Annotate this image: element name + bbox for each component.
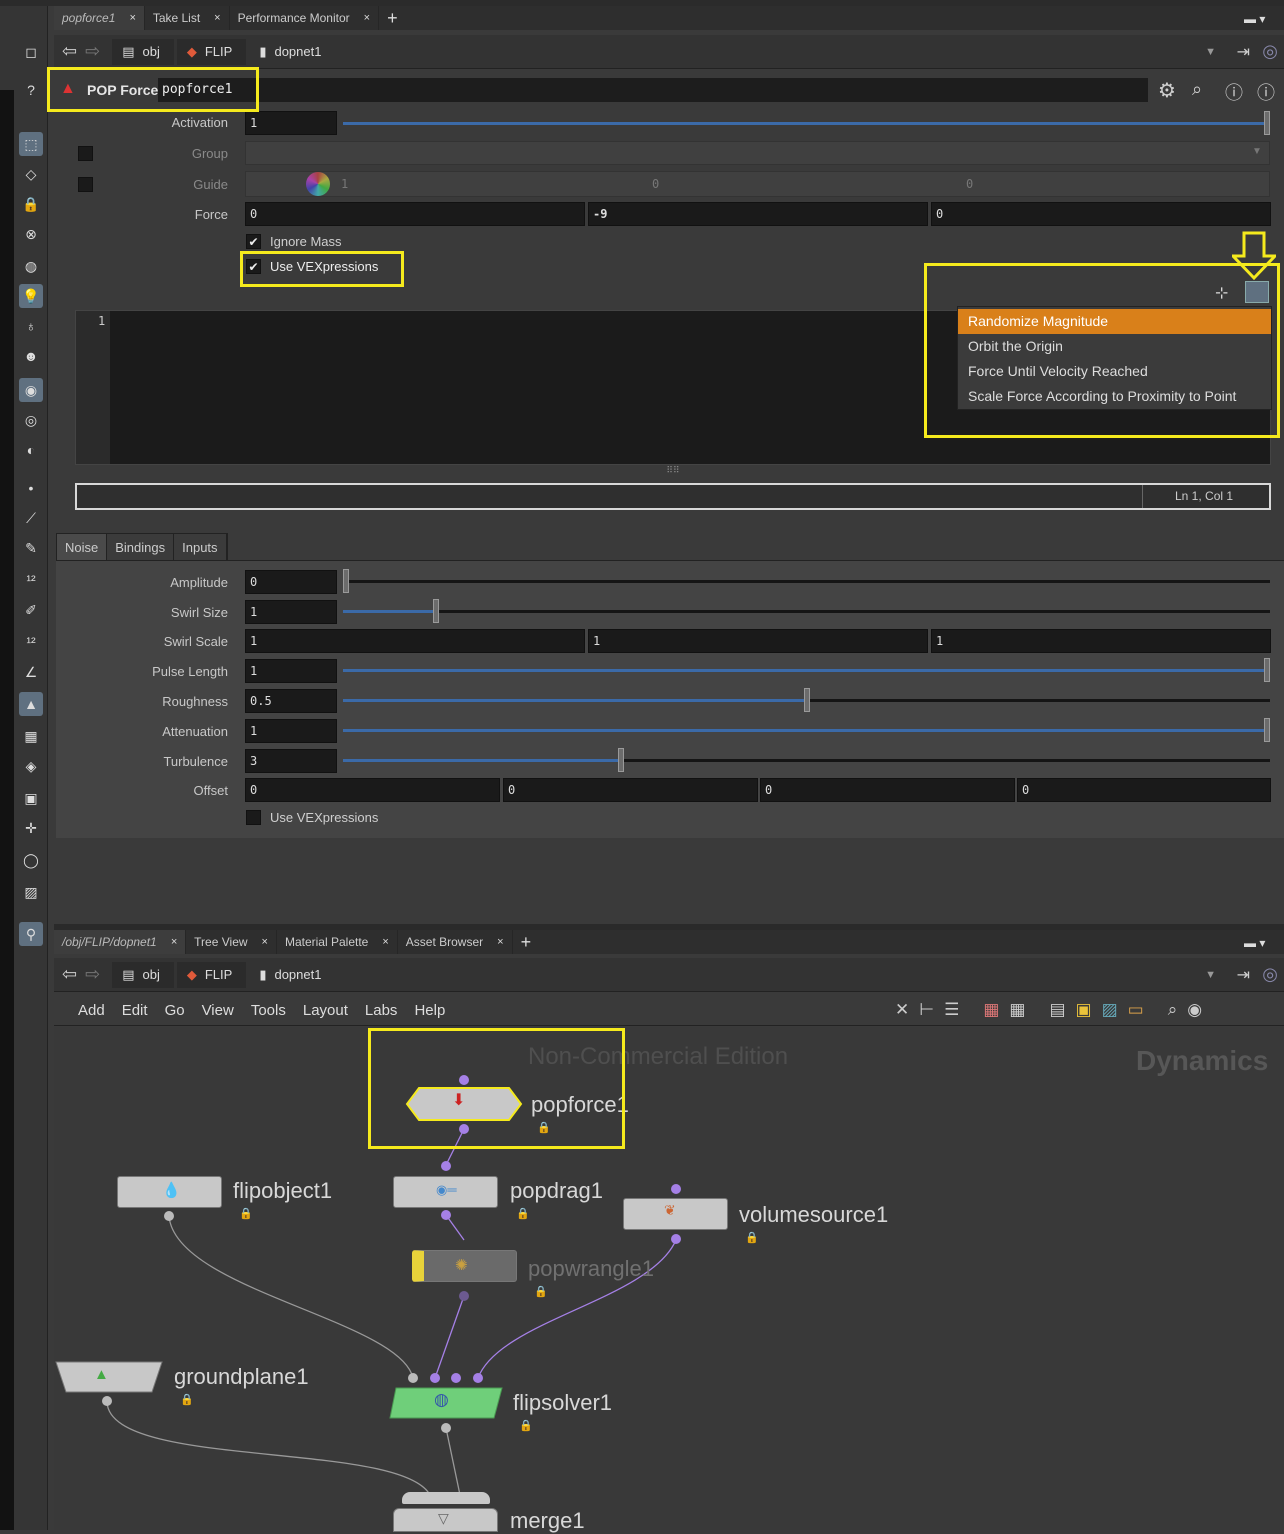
merge-node-label: merge1 <box>510 1508 585 1533</box>
highlight-popforce-node <box>368 1028 625 1149</box>
output-connector[interactable] <box>441 1210 451 1220</box>
flipobject-node-label: flipobject1 <box>233 1178 333 1203</box>
volume-source-icon: ❦ <box>664 1202 676 1218</box>
highlight-snippet-menu <box>924 263 1280 438</box>
lock-icon[interactable]: 🔒 <box>239 1207 253 1220</box>
wire-groundplane-merge <box>106 1401 431 1496</box>
wire-flipobject-solver <box>168 1215 414 1379</box>
groundplane-node-label: groundplane1 <box>174 1364 309 1389</box>
water-drop-icon: 💧 <box>162 1182 181 1199</box>
input-connector[interactable] <box>408 1373 418 1383</box>
output-connector[interactable] <box>164 1211 174 1221</box>
merge-node-top[interactable] <box>402 1492 490 1504</box>
wire-solver-merge <box>445 1427 461 1496</box>
output-connector[interactable] <box>459 1291 469 1301</box>
wire-popwrangle-solver <box>434 1295 465 1379</box>
lock-icon[interactable]: 🔒 <box>516 1207 530 1220</box>
drag-icon: ◉═ <box>436 1182 457 1197</box>
input-connector[interactable] <box>451 1373 461 1383</box>
input-connector[interactable] <box>430 1373 440 1383</box>
merge-icon: ▽ <box>438 1510 449 1526</box>
arrow-down-icon <box>1232 231 1276 281</box>
solver-icon: ◍ <box>434 1390 449 1409</box>
ground-plane-icon: ▲ <box>94 1366 109 1383</box>
popwrangle-node-label: popwrangle1 <box>528 1256 654 1281</box>
flipsolver-node-label: flipsolver1 <box>513 1390 613 1415</box>
highlight-node-header <box>47 67 259 112</box>
wrangle-icon: ✺ <box>455 1257 468 1274</box>
lock-icon[interactable]: 🔒 <box>745 1231 759 1244</box>
lock-icon[interactable]: 🔒 <box>519 1419 533 1432</box>
highlight-use-vex <box>240 251 404 287</box>
input-connector[interactable] <box>441 1161 451 1171</box>
input-connector[interactable] <box>473 1373 483 1383</box>
lock-icon[interactable]: 🔒 <box>534 1285 548 1298</box>
groundplane-node[interactable] <box>54 1360 164 1394</box>
output-connector[interactable] <box>441 1423 451 1433</box>
popdrag-node-label: popdrag1 <box>510 1178 603 1203</box>
network-wires <box>106 1128 677 1496</box>
volumesource-node-label: volumesource1 <box>739 1202 889 1227</box>
output-connector[interactable] <box>102 1396 112 1406</box>
input-connector[interactable] <box>671 1184 681 1194</box>
output-connector[interactable] <box>671 1234 681 1244</box>
lock-icon[interactable]: 🔒 <box>180 1393 194 1406</box>
